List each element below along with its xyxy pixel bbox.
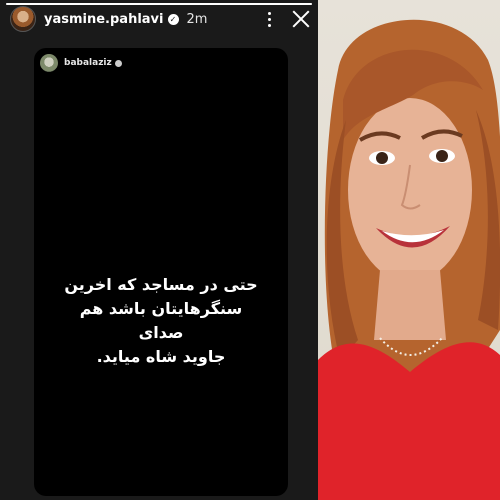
shared-post-username[interactable]: babalaziz bbox=[64, 58, 112, 68]
text-line: حتی در مساجد که اخرین bbox=[64, 275, 258, 294]
shared-post-text: حتی در مساجد که اخرین سنگرهایتان باشد هم… bbox=[44, 273, 278, 369]
story-progress-bar bbox=[6, 3, 312, 5]
shared-post-avatar[interactable] bbox=[40, 54, 58, 72]
shared-post-header: babalaziz bbox=[40, 53, 122, 73]
story-username[interactable]: yasmine.pahlavi bbox=[44, 12, 164, 27]
verified-badge-icon: ✓ bbox=[167, 13, 179, 25]
more-options-icon[interactable] bbox=[260, 9, 278, 29]
portrait-photo bbox=[318, 0, 500, 500]
story-viewer[interactable]: yasmine.pahlavi ✓ 2m babalaziz حتی در مس… bbox=[0, 0, 318, 500]
text-line: جاوید شاه میاید. bbox=[96, 347, 226, 366]
text-line: صدای bbox=[138, 323, 184, 342]
text-line: سنگرهایتان باشد هم bbox=[79, 299, 243, 318]
story-timestamp: 2m bbox=[186, 11, 208, 27]
verified-badge-icon bbox=[114, 59, 122, 67]
close-icon[interactable] bbox=[292, 10, 310, 28]
story-header: yasmine.pahlavi ✓ 2m bbox=[10, 6, 310, 32]
avatar[interactable] bbox=[10, 6, 36, 32]
shared-post-card[interactable]: babalaziz حتی در مساجد که اخرین سنگرهایت… bbox=[34, 48, 288, 496]
portrait-illustration bbox=[318, 19, 500, 500]
story-progress-fill bbox=[6, 3, 312, 5]
